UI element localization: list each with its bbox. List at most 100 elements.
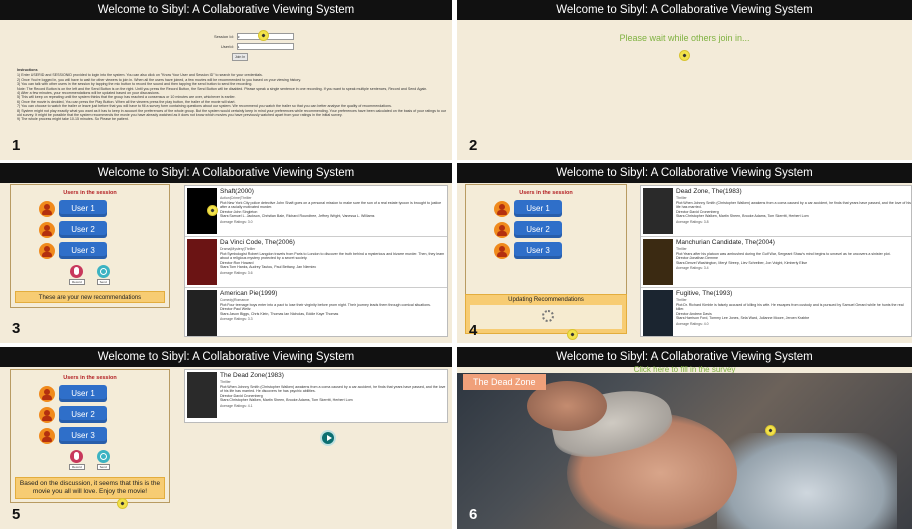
movie-genre: Thriller [676,298,687,302]
play-button[interactable] [320,430,336,446]
user-avatar-icon [39,427,55,444]
user-avatar-icon [39,406,55,423]
send-label: Send [96,464,110,470]
user-avatar-icon [39,385,55,402]
header-bar: Welcome to Sibyl: A Collaborative Viewin… [457,0,912,20]
panel-login: Welcome to Sibyl: A Collaborative Viewin… [0,0,452,160]
recommend-note: These are your new recommendations [15,291,165,303]
movie-genre: Comedy|Romance [220,298,249,302]
users-box: Users in the session User 1 User 2 User … [10,369,170,503]
panel-number: 2 [469,137,478,154]
movie-item[interactable]: Dead Zone, The(1983) Thriller Plot:When … [641,186,911,237]
movie-title: The Dead Zone(1983) [220,372,284,379]
video-frame-pillow [717,433,897,529]
userid-label: UserId: [220,44,234,49]
user-avatar-icon [39,221,55,238]
movie-plot: Plot:Symbologist Robert Langdon travels … [220,252,445,261]
users-title: Users in the session [63,375,117,381]
movie-title: Fugitive, The(1993) [676,290,733,297]
user-button-1[interactable]: User 1 [59,385,107,402]
record-mic-icon[interactable] [70,450,84,463]
send-icon[interactable] [96,450,110,463]
instruction-line: 9) The whole process might take 10-15 mi… [17,117,129,122]
user-button-1[interactable]: User 1 [59,200,107,217]
movie-plot: Plot:Dr. Richard Kimble is falsely accus… [676,303,904,312]
panel-updating: Welcome to Sibyl: A Collaborative Viewin… [457,163,912,343]
movie-plot: Plot:New York City police detective John… [220,201,442,210]
login-form: Session Id: UserId: Join In [214,33,294,61]
users-box: Users in the session User 1 User 2 User … [10,184,170,308]
movie-poster [643,239,673,285]
instructions-heading: Instructions [17,68,38,72]
record-label: Record [69,279,85,285]
panel-wait: Welcome to Sibyl: A Collaborative Viewin… [457,0,912,160]
movie-title: Dead Zone, The(1983) [676,188,742,195]
user-avatar-icon [494,200,510,217]
movie-poster [187,290,217,336]
spinner-icon [542,310,554,322]
header-bar: Welcome to Sibyl: A Collaborative Viewin… [457,163,912,183]
movie-rating: Average Ratings: 4.1 [220,403,253,408]
movie-stars: Stars:Christopher Walken, Martin Sheen, … [676,214,809,219]
movie-list: Dead Zone, The(1983) Thriller Plot:When … [640,185,912,337]
header-bar: Welcome to Sibyl: A Collaborative Viewin… [0,347,452,367]
userid-input[interactable] [236,43,294,50]
movie-rating: Average Ratings: 3.8 [676,219,709,224]
movie-poster [643,290,673,336]
cursor-icon [765,425,776,436]
movie-stars: Stars:Jason Biggs, Chris Klein, Thomas I… [220,311,339,316]
user-button-2[interactable]: User 2 [514,221,562,238]
panel-consensus: Welcome to Sibyl: A Collaborative Viewin… [0,347,452,529]
movie-genre: Thriller [220,380,231,384]
movie-item[interactable]: Shaft(2000) Action|Crime|Thriller Plot:N… [185,186,447,237]
user-button-2[interactable]: User 2 [59,221,107,238]
movie-list: Shaft(2000) Action|Crime|Thriller Plot:N… [184,185,448,337]
movie-plot: Plot:When Johnny Smith (Christopher Walk… [220,385,446,394]
user-button-3[interactable]: User 3 [514,242,562,259]
instruction-line: 8) System might not play exactly what yo… [17,108,447,118]
movie-title: Shaft(2000) [220,188,254,195]
cursor-icon [258,30,269,41]
user-avatar-icon [39,200,55,217]
movie-item[interactable]: Manchurian Candidate, The(2004) Thriller… [641,237,911,288]
record-label: Record [69,464,85,470]
movie-poster [187,239,217,285]
movie-rating: Average Ratings: 3.4 [676,266,709,271]
record-mic-icon[interactable] [70,265,84,278]
movie-item[interactable]: The Dead Zone(1983) Thriller Plot:When J… [185,370,447,420]
instruction-line: 7) You can choose to watch the trailer o… [17,104,392,109]
users-title: Users in the session [519,190,573,196]
movie-item[interactable]: Da Vinci Code, The(2006) Drama|Mystery|T… [185,237,447,288]
movie-genre: Thriller [676,196,687,200]
user-button-3[interactable]: User 3 [59,242,107,259]
user-button-1[interactable]: User 1 [514,200,562,217]
movie-stars: Stars:Harrison Ford, Tommy Lee Jones, Se… [676,316,810,321]
movie-item[interactable]: American Pie(1999) Comedy|Romance Plot:F… [185,288,447,336]
movie-stars: Stars:Samuel L. Jackson, Christian Bale,… [220,214,375,219]
users-box: Users in the session User 1 User 2 User … [465,184,627,302]
movie-genre: Drama|Mystery|Thriller [220,247,256,251]
movie-genre: Action|Crime|Thriller [220,196,252,200]
send-label: Send [96,279,110,285]
user-button-2[interactable]: User 2 [59,406,107,423]
cursor-icon [567,329,578,340]
send-icon[interactable] [96,265,110,278]
consensus-note: Based on the discussion, it seems that t… [15,477,165,499]
video-player[interactable] [457,373,912,529]
session-label: Session Id: [214,34,234,39]
user-button-3[interactable]: User 3 [59,427,107,444]
movie-item[interactable]: Fugitive, The(1993) Thriller Plot:Dr. Ri… [641,288,911,336]
updating-box: Updating Recommendations [465,294,627,334]
panel-video: Welcome to Sibyl: A Collaborative Viewin… [457,347,912,529]
cursor-icon [679,50,690,61]
movie-rating: Average Ratings: 3.3 [220,317,253,322]
movie-stars: Stars:Denzel Washington, Meryl Streep, L… [676,260,808,265]
users-title: Users in the session [63,190,117,196]
panel-number: 1 [12,137,21,154]
movie-plot: Plot:Four teenage boys enter into a pact… [220,303,431,307]
join-button[interactable]: Join In [232,53,248,61]
movie-poster [187,372,217,418]
cursor-icon [117,498,128,509]
user-avatar-icon [39,242,55,259]
updating-title: Updating Recommendations [508,297,584,303]
